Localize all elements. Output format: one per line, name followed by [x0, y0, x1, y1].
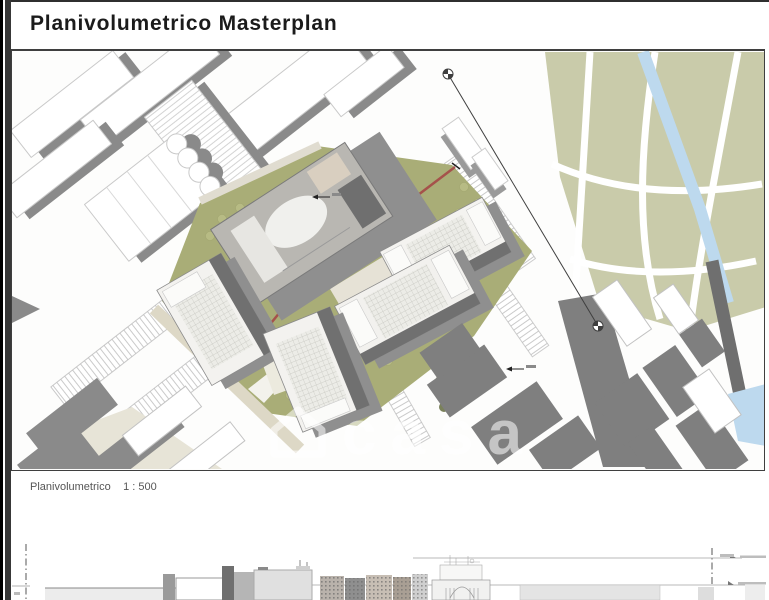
arched-facade — [432, 555, 490, 600]
caption-scale: 1 : 500 — [123, 481, 157, 493]
drawing-sheet: Planivolumetrico Masterplan — [0, 0, 769, 600]
caption-row: Planivolumetrico 1 : 500 — [11, 472, 765, 502]
masterplan-viewport: casa — [11, 49, 765, 471]
elevation-preview — [0, 540, 769, 600]
section-marker-icon — [443, 69, 453, 79]
sheet-header: Planivolumetrico Masterplan — [11, 0, 769, 49]
caption-label: Planivolumetrico — [30, 481, 120, 493]
scan-edge-bar — [0, 0, 11, 600]
section-marker-icon — [593, 321, 603, 331]
page-title: Planivolumetrico Masterplan — [11, 2, 769, 36]
site-plan-drawing — [12, 51, 765, 469]
park-ne — [545, 52, 765, 331]
elevation-facades — [45, 555, 765, 600]
